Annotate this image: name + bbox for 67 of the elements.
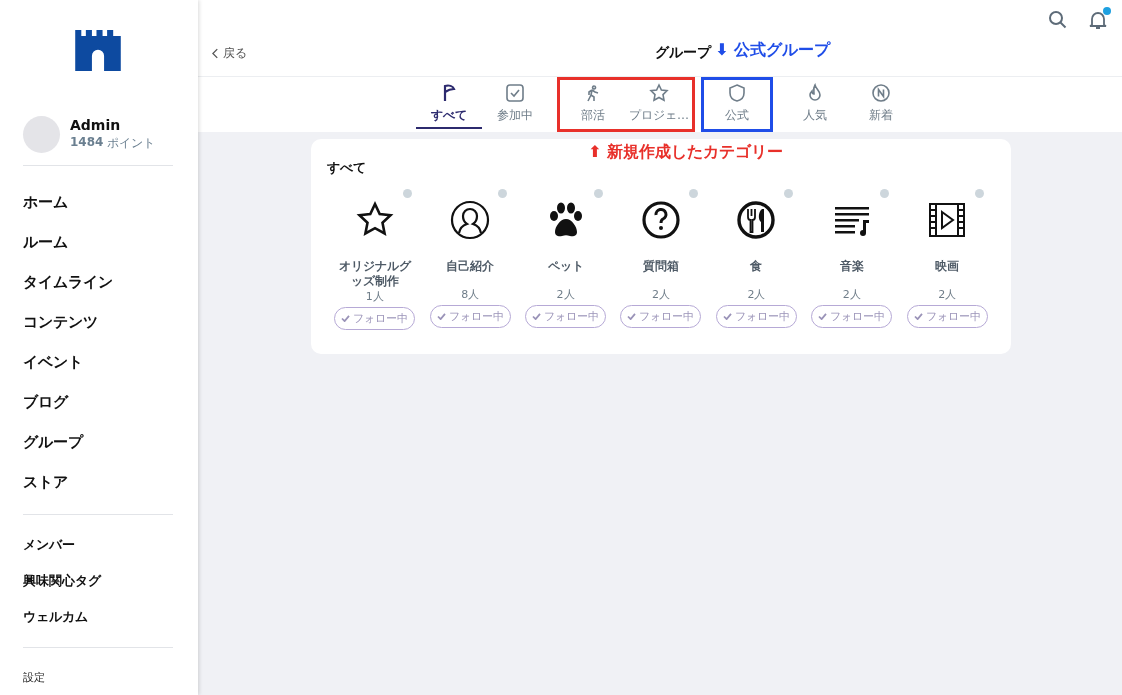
category-tab[interactable]: すべて	[416, 80, 482, 129]
status-dot	[593, 189, 603, 198]
menu-item[interactable]: ストア	[23, 462, 174, 502]
status-dot	[784, 189, 794, 198]
category-name: 自己紹介	[445, 259, 496, 275]
annotation-label: ⬆ 新規作成したカテゴリー	[588, 142, 783, 163]
menu-item[interactable]: コンテンツ	[23, 302, 174, 342]
person-icon[interactable]	[450, 200, 491, 240]
page-title: グループ	[654, 44, 711, 62]
check-icon	[722, 313, 732, 320]
menu-item[interactable]: ブログ	[23, 382, 174, 422]
menu-item[interactable]: ルーム	[23, 222, 174, 262]
check-icon	[341, 315, 351, 322]
check-icon	[818, 313, 828, 320]
avatar-icon	[23, 116, 60, 153]
status-dot	[975, 189, 985, 198]
check-icon	[627, 313, 637, 320]
check-icon	[505, 83, 525, 103]
member-count: 2人	[556, 287, 575, 302]
menu-item[interactable]: グループ	[23, 422, 174, 462]
status-dot	[688, 189, 698, 198]
member-count: 8人	[461, 287, 480, 302]
menu-item[interactable]: 興味関心タグ	[23, 563, 174, 599]
status-dot	[402, 189, 412, 198]
category-name: 質問箱	[641, 259, 680, 275]
points-unit: ポイント	[107, 135, 156, 152]
settings-link[interactable]: 設定	[23, 660, 174, 695]
points-count: 1484	[70, 135, 104, 151]
film-icon[interactable]	[927, 200, 968, 240]
category-name: 映画	[934, 259, 961, 275]
new-icon	[871, 83, 891, 103]
menu-item[interactable]: メンバー	[23, 527, 174, 563]
search-icon[interactable]	[1048, 10, 1068, 30]
bell-icon[interactable]	[1088, 10, 1108, 30]
section-title: すべて	[327, 159, 367, 177]
category-name: 食	[749, 259, 764, 275]
category-name: 音楽	[838, 259, 865, 275]
menu-item[interactable]: ホーム	[23, 182, 174, 222]
category-name: オリジナルグッズ制作	[337, 259, 413, 289]
member-count: 2人	[938, 287, 957, 302]
member-count: 2人	[747, 287, 766, 302]
category-tab[interactable]: 参加中	[482, 80, 548, 129]
check-icon	[532, 313, 542, 320]
category-tab[interactable]: 人気	[782, 80, 848, 129]
category-tab[interactable]: 新着	[848, 80, 914, 129]
category-name: ペット	[546, 259, 585, 275]
menu-item[interactable]: イベント	[23, 342, 174, 382]
status-dot	[498, 189, 508, 198]
check-icon	[436, 313, 446, 320]
status-dot	[879, 189, 889, 198]
category-tab[interactable]: プロジェ…	[626, 80, 692, 129]
menu-item[interactable]: タイムライン	[23, 262, 174, 302]
member-count: 2人	[842, 287, 861, 302]
annotation-label: ⬇ 公式グループ	[715, 40, 830, 61]
chevron-left-icon	[212, 47, 219, 59]
question-icon[interactable]	[640, 200, 681, 240]
back-link[interactable]: 戻る	[212, 44, 247, 62]
check-icon	[913, 313, 923, 320]
category-tab[interactable]: 部活	[560, 80, 626, 129]
menu-item[interactable]: ウェルカム	[23, 599, 174, 635]
member-count: 2人	[651, 287, 670, 302]
food-icon[interactable]	[736, 200, 777, 240]
star-icon	[649, 83, 669, 103]
member-count: 1人	[365, 289, 384, 304]
user-name: Admin	[70, 117, 122, 133]
shield-icon	[727, 83, 747, 103]
category-tab[interactable]: 公式	[704, 80, 770, 129]
